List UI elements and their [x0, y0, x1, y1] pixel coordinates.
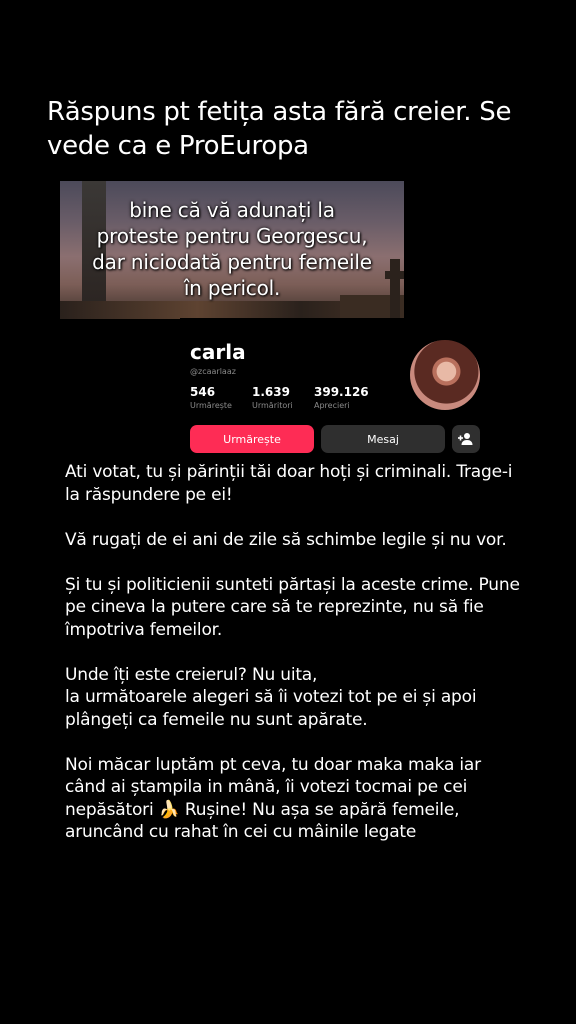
- video-caption: bine că vă adunați la proteste pentru Ge…: [60, 197, 404, 301]
- p4-line-3: plângeți ca femeile nu sunt apărate.: [65, 709, 368, 730]
- message-button[interactable]: Mesaj: [321, 425, 445, 453]
- caption-line-3: dar niciodată pentru femeile: [92, 250, 372, 274]
- p5-line-3: nepăsători 🍌 Rușine! Nu așa se apără fem…: [65, 799, 535, 822]
- stat-likes-value: 399.126: [314, 385, 369, 399]
- stat-likes-label: Aprecieri: [314, 401, 350, 410]
- profile-name: carla: [190, 340, 246, 364]
- headline-line-2: vede ca e ProEuropa: [47, 131, 309, 161]
- paragraph-1: Ati votat, tu și părinții tăi doar hoți …: [65, 461, 535, 506]
- follow-button[interactable]: Urmărește: [190, 425, 314, 453]
- p5-line-2: când ai ștampila in mână, îi votezi tocm…: [65, 777, 468, 797]
- add-friend-icon: [458, 433, 473, 445]
- stat-following-label: Urmărește: [190, 401, 232, 410]
- paragraph-3: Și tu și politicienii sunteti părtași la…: [65, 574, 535, 642]
- banana-emoji-icon: 🍌: [158, 799, 180, 820]
- p4-line-2: la următoarele alegeri să îi votezi tot …: [65, 687, 477, 707]
- p3-line-2: pe cineva la putere care să te reprezint…: [65, 597, 484, 617]
- profile-handle: @zcaarlaaz: [190, 367, 236, 376]
- p2-line-1: Vă rugați de ei ani de zile să schimbe l…: [65, 529, 507, 550]
- p1-line-2: la răspundere pe ei!: [65, 484, 233, 505]
- p3-line-1: Și tu și politicienii sunteti părtași la…: [65, 574, 520, 595]
- p5-line-1: Noi măcar luptăm pt ceva, tu doar maka m…: [65, 754, 481, 775]
- post-headline: Răspuns pt fetița asta fără creier. Se v…: [47, 95, 547, 163]
- caption-line-4: în pericol.: [183, 276, 281, 300]
- paragraph-4: Unde îți este creierul? Nu uita, la urmă…: [65, 664, 535, 732]
- video-screenshot: bine că vă adunați la proteste pentru Ge…: [60, 181, 404, 319]
- p5-line-3a: nepăsători: [65, 799, 154, 820]
- stat-likes[interactable]: 399.126 Aprecieri: [314, 385, 369, 410]
- paragraph-2: Vă rugați de ei ani de zile să schimbe l…: [65, 529, 535, 552]
- stat-following[interactable]: 546 Urmărește: [190, 385, 232, 410]
- post-body: Ati votat, tu și părinții tăi doar hoți …: [65, 461, 535, 866]
- avatar[interactable]: [410, 340, 480, 410]
- paragraph-5: Noi măcar luptăm pt ceva, tu doar maka m…: [65, 754, 535, 844]
- p1-line-1: Ati votat, tu și părinții tăi doar hoți …: [65, 462, 513, 482]
- headline-line-1: Răspuns pt fetița asta fără creier. Se: [47, 97, 512, 127]
- caption-line-2: proteste pentru Georgescu,: [96, 224, 368, 248]
- stat-followers-label: Urmăritori: [252, 401, 293, 410]
- p5-line-4: aruncând cu rahat în cei cu mâinile lega…: [65, 822, 417, 842]
- profile-card: carla @zcaarlaaz 546 Urmărește 1.639 Urm…: [180, 318, 490, 458]
- stat-followers-value: 1.639: [252, 385, 290, 399]
- p3-line-3: împotriva femeilor.: [65, 619, 223, 640]
- add-friend-button[interactable]: [452, 425, 480, 453]
- caption-line-1: bine că vă adunați la: [129, 198, 335, 222]
- p4-line-1: Unde îți este creierul? Nu uita,: [65, 664, 318, 685]
- p5-line-3b: Rușine! Nu așa se apără femeile,: [184, 799, 460, 820]
- stat-followers[interactable]: 1.639 Urmăritori: [252, 385, 293, 410]
- stat-following-value: 546: [190, 385, 216, 399]
